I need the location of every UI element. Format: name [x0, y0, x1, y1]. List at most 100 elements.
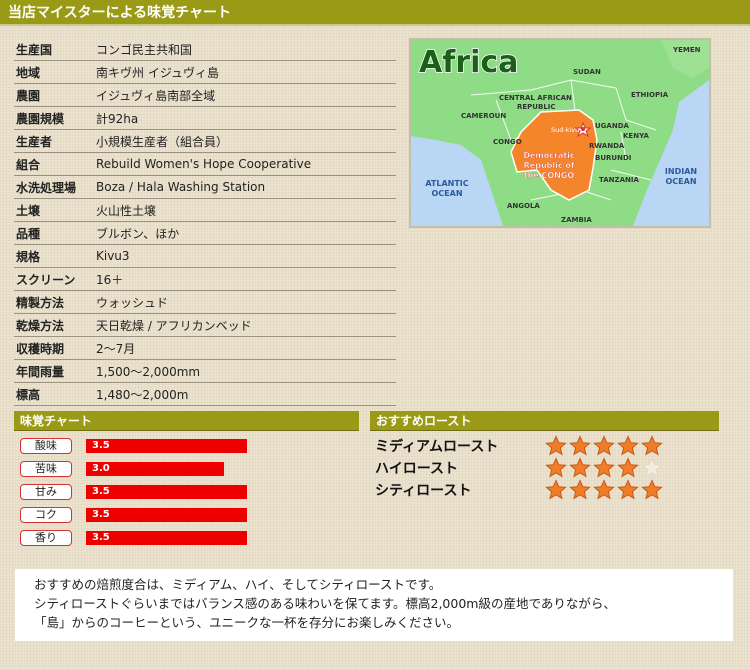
spec-label: 組合	[16, 157, 41, 172]
spec-table: 生産国 コンゴ民主共和国地域 南キヴ州 イジュヴィ島農園 イジュヴィ島南部全域農園規模…	[14, 38, 396, 406]
roast-name: ハイロースト	[375, 461, 459, 477]
spec-label: 地域	[16, 65, 41, 80]
recommend-comment: おすすめの焙煎度合は、ミディアム、ハイ、そしてシティローストです。 シティロース…	[15, 569, 733, 641]
taste-row: 香り 3.5	[20, 529, 247, 547]
spec-row: 収穫時期 2〜7月	[14, 337, 396, 360]
taste-label: コク	[20, 507, 72, 523]
roast-row: ハイロースト	[375, 457, 665, 479]
map-label-yemen: YEMEN	[672, 46, 701, 54]
spec-value: 計92ha	[96, 111, 139, 126]
map-label-drc-2: Republic of	[524, 161, 575, 170]
africa-map-image: Africa YEMEN SUDAN CENTRAL AFRICAN REPUB…	[411, 40, 709, 226]
spec-label: 乾燥方法	[16, 318, 65, 333]
roast-rating	[545, 479, 665, 501]
spec-value: イジュヴィ島南部全域	[96, 88, 216, 103]
star-filled-icon	[569, 457, 591, 478]
spec-row: 農園規模 計92ha	[14, 107, 396, 130]
map-label-zambia: ZAMBIA	[561, 216, 592, 224]
taste-bar: 3.5	[86, 508, 247, 522]
spec-label: 農園	[16, 88, 41, 103]
map-label-car-2: REPUBLIC	[517, 103, 556, 111]
star-filled-icon	[641, 479, 663, 500]
spec-label: 規格	[16, 249, 41, 264]
spec-value: 2〜7月	[96, 341, 136, 356]
taste-chart-heading: 味覚チャート	[14, 411, 359, 431]
map-label-sudan: SUDAN	[573, 68, 601, 76]
star-filled-icon	[617, 457, 639, 478]
spec-row: 生産国 コンゴ民主共和国	[14, 38, 396, 61]
spec-value: 小規模生産者（組合員）	[96, 134, 229, 149]
map-label-atlantic-2: OCEAN	[431, 189, 462, 198]
spec-row: 土壌 火山性土壌	[14, 199, 396, 222]
taste-label: 苦味	[20, 461, 72, 477]
taste-row: コク 3.5	[20, 506, 247, 524]
africa-map: Africa YEMEN SUDAN CENTRAL AFRICAN REPUB…	[409, 38, 711, 228]
taste-label: 酸味	[20, 438, 72, 454]
star-filled-icon	[545, 435, 567, 456]
taste-bar: 3.5	[86, 439, 247, 453]
spec-label: 精製方法	[16, 295, 65, 310]
star-filled-icon	[593, 435, 615, 456]
star-filled-icon	[593, 479, 615, 500]
spec-row: 水洗処理場 Boza / Hala Washing Station	[14, 176, 396, 199]
taste-row: 甘み 3.5	[20, 483, 247, 501]
star-filled-icon	[641, 435, 663, 456]
star-filled-icon	[545, 457, 567, 478]
spec-value: ブルボン、ほか	[96, 226, 180, 241]
spec-value: 南キヴ州 イジュヴィ島	[96, 65, 219, 80]
roast-name: シティロースト	[375, 483, 472, 499]
map-label-ethiopia: ETHIOPIA	[631, 91, 669, 99]
spec-row: 精製方法 ウォッシュド	[14, 291, 396, 314]
roast-row: シティロースト	[375, 479, 665, 501]
map-label-congo: CONGO	[493, 138, 522, 146]
star-filled-icon	[593, 457, 615, 478]
comment-line: 「島」からのコーヒーという、ユニークな一杯を存分にお楽しみください。	[34, 615, 460, 630]
star-filled-icon	[617, 479, 639, 500]
map-label-atlantic-1: ATLANTIC	[425, 179, 468, 188]
star-filled-icon	[569, 479, 591, 500]
spec-label: 品種	[16, 226, 41, 241]
spec-value: コンゴ民主共和国	[96, 42, 193, 57]
map-label-rwanda: RWANDA	[589, 142, 625, 150]
roast-rating	[545, 457, 665, 479]
map-label-burundi: BURUNDI	[595, 154, 631, 162]
roast-heading: おすすめロースト	[370, 411, 719, 431]
spec-row: 生産者 小規模生産者（組合員）	[14, 130, 396, 153]
spec-label: 農園規模	[16, 111, 65, 126]
spec-label: 生産者	[16, 134, 53, 149]
taste-bar: 3.0	[86, 462, 224, 476]
roast-rating	[545, 435, 665, 457]
comment-line: シティローストぐらいまではバランス感のある味わいを保てます。標高2,000m級の…	[34, 596, 616, 611]
map-label-uganda: UGANDA	[595, 122, 630, 130]
map-label-car: CENTRAL AFRICAN	[499, 94, 572, 102]
roast-row: ミディアムロースト	[375, 435, 665, 457]
map-label-indian-2: OCEAN	[665, 177, 696, 186]
spec-value: Boza / Hala Washing Station	[96, 180, 266, 194]
star-filled-icon	[569, 435, 591, 456]
spec-value: 16＋	[96, 272, 124, 287]
map-label-cameroun: CAMEROUN	[461, 112, 506, 120]
spec-label: 年間雨量	[16, 364, 65, 379]
spec-value: Kivu3	[96, 249, 130, 263]
spec-label: 生産国	[16, 42, 53, 57]
spec-value: 1,500〜2,000mm	[96, 364, 201, 379]
spec-value: 天日乾燥 / アフリカンベッド	[96, 318, 252, 333]
star-empty-icon	[641, 457, 663, 478]
spec-row: 乾燥方法 天日乾燥 / アフリカンベッド	[14, 314, 396, 337]
spec-label: 水洗処理場	[16, 180, 77, 195]
spec-row: 組合 Rebuild Women's Hope Cooperative	[14, 153, 396, 176]
map-label-tanzania: TANZANIA	[599, 176, 639, 184]
taste-label: 香り	[20, 530, 72, 546]
spec-value: ウォッシュド	[96, 295, 169, 310]
spec-label: 土壌	[16, 203, 41, 218]
spec-row: 年間雨量 1,500〜2,000mm	[14, 360, 396, 383]
map-label-angola: ANGOLA	[507, 202, 540, 210]
spec-label: 標高	[16, 387, 41, 402]
spec-value: 1,480〜2,000m	[96, 387, 189, 402]
star-filled-icon	[545, 479, 567, 500]
spec-row: 農園 イジュヴィ島南部全域	[14, 84, 396, 107]
spec-value: Rebuild Women's Hope Cooperative	[96, 157, 312, 171]
spec-row: 規格 Kivu3	[14, 245, 396, 268]
taste-row: 酸味 3.5	[20, 437, 247, 455]
star-filled-icon	[617, 435, 639, 456]
